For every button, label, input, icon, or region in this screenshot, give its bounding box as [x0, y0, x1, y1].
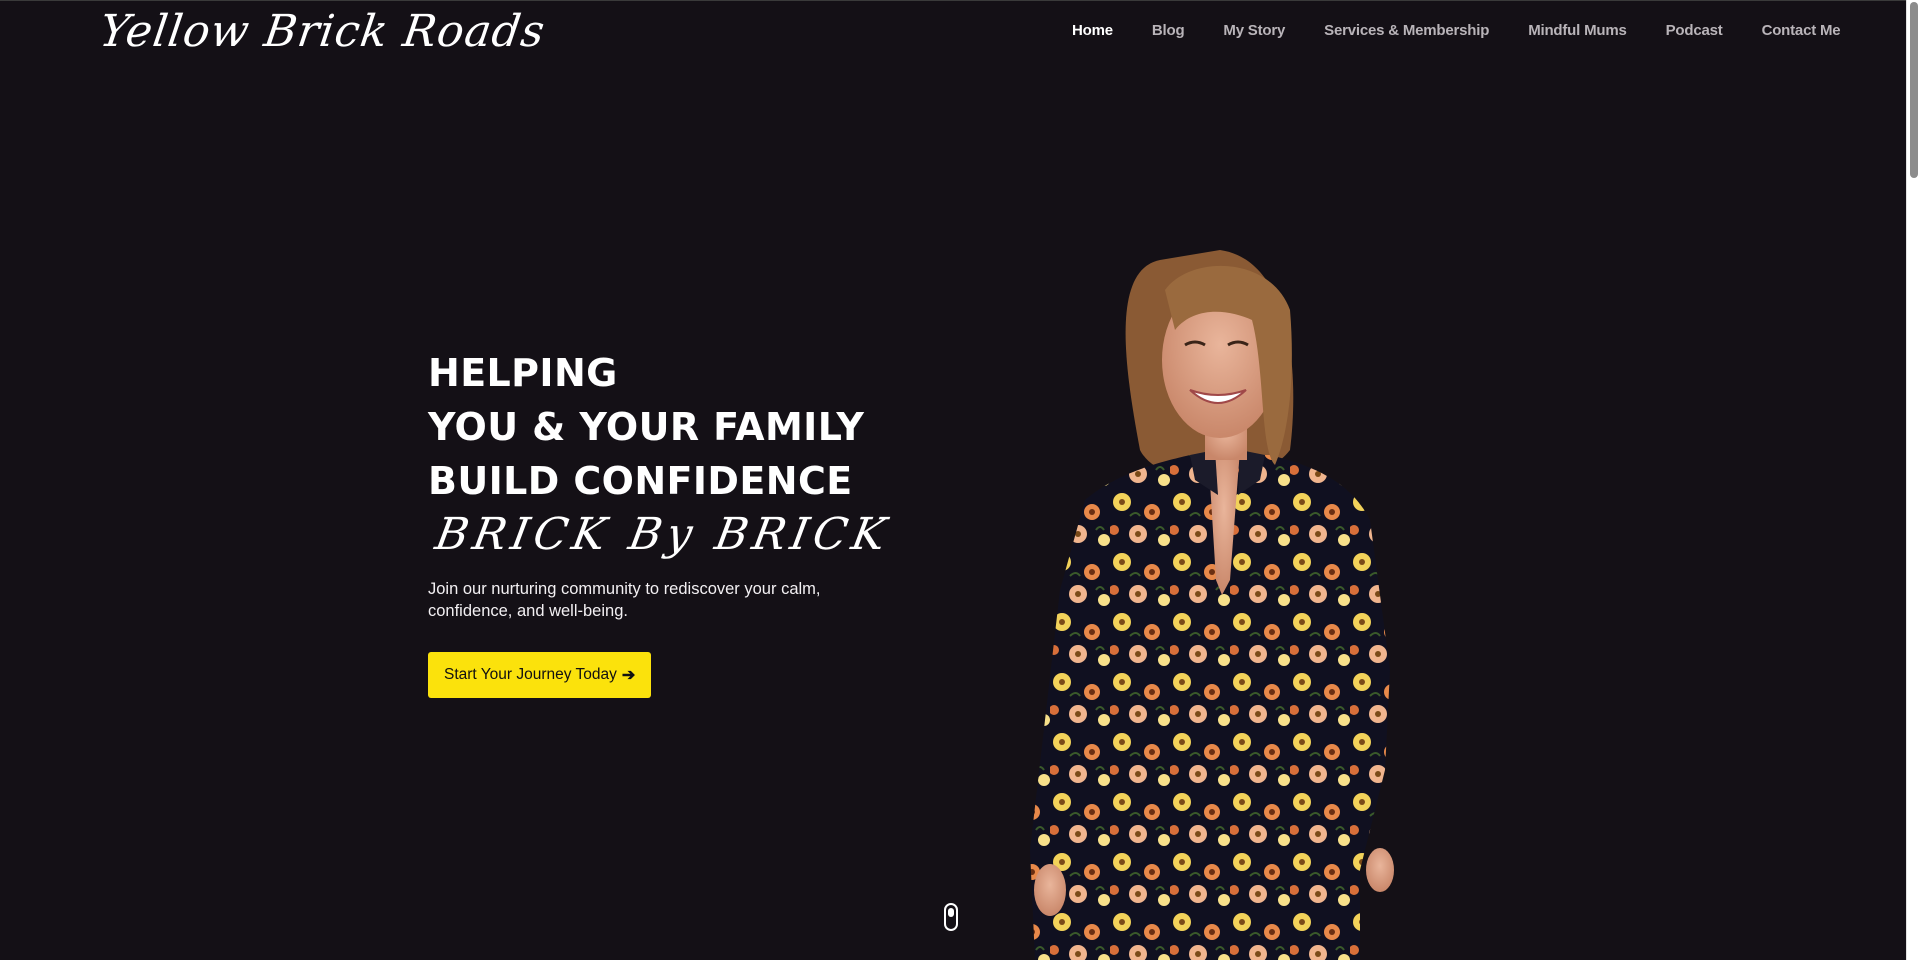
nav-item-blog[interactable]: Blog	[1152, 22, 1185, 39]
nav-item-home[interactable]: Home	[1072, 22, 1113, 39]
mouse-scroll-icon[interactable]	[944, 903, 958, 931]
site-logo[interactable]: Yellow Brick Roads	[96, 6, 548, 57]
scroll-wheel-dot	[948, 908, 954, 917]
founder-portrait-image	[1030, 250, 1394, 960]
window-top-edge	[0, 0, 1920, 1]
start-journey-button[interactable]: Start Your Journey Today ➔	[428, 652, 652, 698]
hero-heading-line-3: BUILD CONFIDENCE	[428, 459, 853, 503]
nav-item-my-story[interactable]: My Story	[1223, 22, 1285, 39]
scrollbar-thumb[interactable]	[1910, 2, 1918, 178]
hero-heading-line-2: YOU & YOUR FAMILY	[428, 405, 865, 449]
page: Yellow Brick Roads Home Blog My Story Se…	[0, 0, 1920, 960]
hero-description: Join our nurturing community to rediscov…	[428, 580, 821, 620]
start-journey-button-label: Start Your Journey Today	[444, 666, 617, 683]
nav-item-services-membership[interactable]: Services & Membership	[1324, 22, 1489, 39]
hero-script-tagline: BRICK By BRICK	[431, 509, 895, 560]
main-nav: Home Blog My Story Services & Membership…	[1072, 22, 1841, 39]
nav-item-podcast[interactable]: Podcast	[1666, 22, 1723, 39]
hero-heading-line-1: HELPING	[428, 351, 618, 395]
arrow-right-icon: ➔	[621, 667, 636, 684]
page-scrollbar[interactable]	[1906, 0, 1920, 960]
hero-section: HELPING YOU & YOUR FAMILY BUILD CONFIDEN…	[428, 346, 948, 698]
nav-item-contact-me[interactable]: Contact Me	[1762, 22, 1841, 39]
nav-item-mindful-mums[interactable]: Mindful Mums	[1528, 22, 1627, 39]
